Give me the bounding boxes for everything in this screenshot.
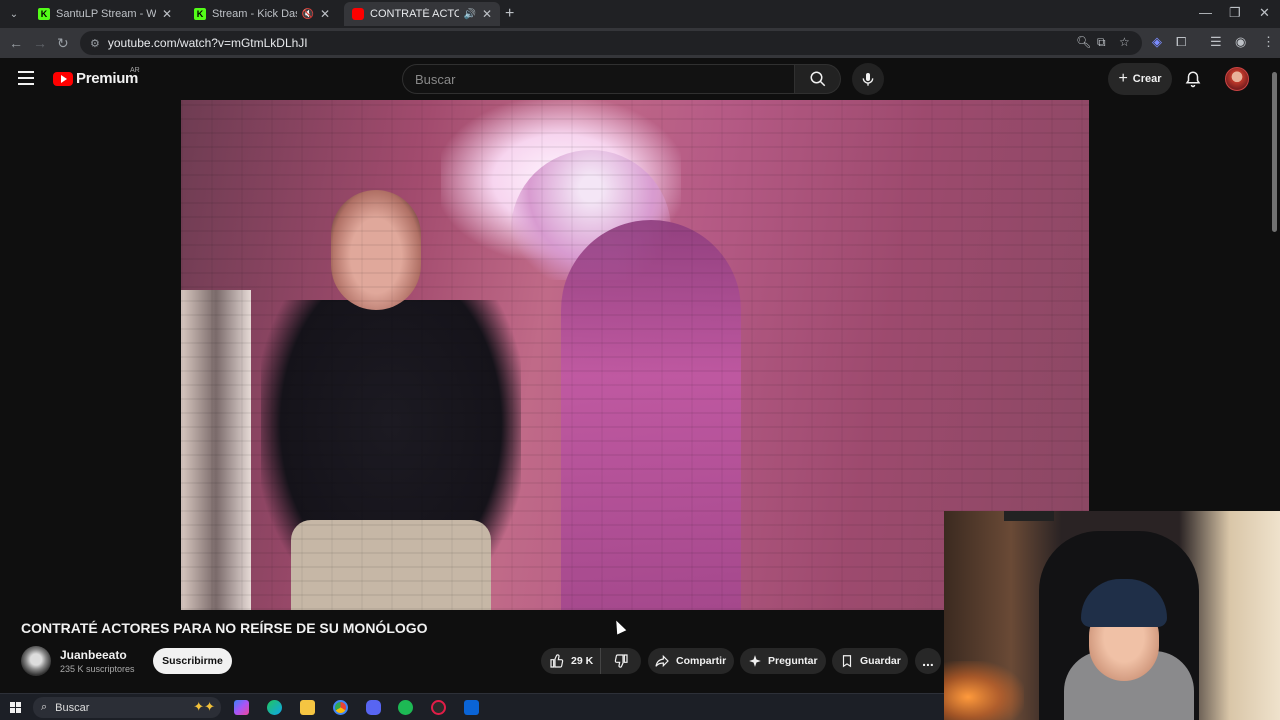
close-tab-icon[interactable]: ✕ [320, 7, 330, 21]
more-actions-button[interactable]: ... [915, 648, 941, 674]
more-icon: ... [922, 653, 934, 669]
tab-santulp-stream[interactable]: K SantuLP Stream - Watch Live on ✕ [30, 2, 180, 26]
thumbs-down-icon [614, 654, 628, 668]
share-icon [655, 654, 669, 668]
tab-title: Stream - Kick Dashboard [212, 8, 297, 20]
save-button[interactable]: Guardar [832, 648, 908, 674]
obs-icon[interactable] [431, 700, 446, 715]
voice-search-button[interactable] [852, 63, 884, 95]
tab-title: CONTRATÉ ACTORES PARA [370, 8, 460, 20]
logo-text: Premium [76, 70, 139, 87]
spotify-icon[interactable] [398, 700, 413, 715]
browser-toolbar: ← → ↻ ⚙ youtube.com/watch?v=mGtmLkDLhJI … [0, 28, 1280, 58]
search-icon [810, 71, 825, 87]
zoom-icon[interactable]: 🔍︎ [1076, 35, 1091, 49]
tab-search-icon[interactable]: ⌄ [6, 6, 22, 22]
save-label: Guardar [860, 655, 901, 667]
copilot-sparkle-icon: ✦✦ [193, 699, 215, 714]
youtube-logo[interactable]: Premium AR [53, 67, 140, 87]
outlook-icon[interactable] [464, 700, 479, 715]
tab-kick-dashboard[interactable]: K Stream - Kick Dashboard 🔇 ✕ [186, 2, 338, 26]
webcam-frame-mic [1004, 511, 1054, 521]
like-count: 29 K [571, 655, 594, 667]
install-app-icon[interactable]: ⧉ [1097, 35, 1106, 50]
close-tab-icon[interactable]: ✕ [482, 7, 492, 21]
youtube-header: Premium AR Buscar + Crear [0, 58, 1280, 100]
notifications-bell-icon[interactable] [1184, 69, 1202, 94]
windows-taskbar: ⌕ Buscar ✦✦ [0, 693, 944, 720]
restore-icon[interactable]: ❐ [1229, 5, 1241, 21]
webcam-frame-led [944, 661, 1024, 720]
like-button[interactable]: 29 K [541, 648, 601, 674]
create-button[interactable]: + Crear [1108, 63, 1172, 95]
country-code: AR [130, 67, 140, 74]
plus-icon: + [1118, 70, 1128, 87]
search-button[interactable] [795, 64, 841, 94]
extension-icon[interactable]: ◈ [1152, 34, 1162, 50]
screen: ⌄ K SantuLP Stream - Watch Live on ✕ K S… [0, 0, 1280, 720]
ask-label: Preguntar [768, 655, 818, 667]
kick-icon: K [38, 8, 50, 20]
taskbar-search[interactable]: ⌕ Buscar ✦✦ [33, 697, 221, 718]
like-dislike-group: 29 K [541, 648, 641, 674]
chrome-icon[interactable] [333, 700, 348, 715]
microphone-icon [862, 73, 874, 86]
share-button[interactable]: Compartir [648, 648, 734, 674]
browser-menu-icon[interactable]: ⋮ [1262, 34, 1275, 50]
forward-icon[interactable]: → [33, 35, 47, 51]
search-icon: ⌕ [41, 701, 48, 713]
create-label: Crear [1132, 73, 1162, 85]
kick-icon: K [194, 8, 206, 20]
subscribe-button[interactable]: Suscribirme [153, 648, 232, 674]
close-tab-icon[interactable]: ✕ [162, 7, 172, 21]
subscriber-count: 235 K suscriptores [60, 664, 135, 674]
youtube-icon [352, 8, 364, 20]
youtube-play-icon [53, 71, 73, 86]
account-avatar[interactable] [1225, 67, 1249, 91]
extensions-puzzle-icon[interactable]: ⧠ [1176, 34, 1186, 50]
tab-title: SantuLP Stream - Watch Live on [56, 8, 156, 20]
muted-icon[interactable]: 🔇 [301, 9, 313, 20]
bookmark-star-icon[interactable]: ☆ [1119, 35, 1130, 49]
minimize-icon[interactable]: — [1199, 5, 1212, 20]
profile-icon[interactable]: ◉ [1235, 34, 1246, 50]
dislike-button[interactable] [601, 653, 641, 669]
windows-start-icon[interactable] [10, 702, 21, 713]
page-scrollbar[interactable] [1272, 72, 1277, 232]
channel-avatar[interactable] [21, 646, 51, 676]
new-tab-icon[interactable]: + [505, 5, 514, 23]
hamburger-menu-icon[interactable] [18, 71, 34, 85]
thumbs-up-icon [550, 654, 564, 668]
edge-icon[interactable] [267, 700, 282, 715]
share-label: Compartir [676, 655, 727, 667]
webcam-overlay [944, 511, 1280, 720]
mouse-cursor-icon [611, 618, 627, 635]
browser-tab-strip: ⌄ K SantuLP Stream - Watch Live on ✕ K S… [0, 0, 1280, 28]
site-info-icon[interactable]: ⚙ [90, 37, 100, 50]
channel-name[interactable]: Juanbeeato [60, 648, 127, 662]
back-icon[interactable]: ← [9, 35, 23, 51]
ask-button[interactable]: Preguntar [740, 648, 826, 674]
search-placeholder: Buscar [415, 71, 456, 87]
reload-icon[interactable]: ↻ [57, 35, 69, 52]
audio-playing-icon[interactable]: 🔊 [463, 9, 475, 20]
search-input[interactable]: Buscar [402, 64, 795, 94]
taskbar-search-placeholder: Buscar [55, 701, 90, 714]
url-text: youtube.com/watch?v=mGtmLkDLhJI [107, 36, 308, 50]
reading-list-icon[interactable]: ☰ [1210, 34, 1222, 50]
close-window-icon[interactable]: ✕ [1259, 5, 1270, 21]
sparkle-icon [749, 655, 761, 667]
discord-icon[interactable] [366, 700, 381, 715]
tab-youtube-video[interactable]: CONTRATÉ ACTORES PARA 🔊 ✕ [344, 2, 500, 26]
video-title: CONTRATÉ ACTORES PARA NO REÍRSE DE SU MO… [21, 620, 428, 636]
copilot-icon[interactable] [234, 700, 249, 715]
address-bar[interactable]: ⚙ youtube.com/watch?v=mGtmLkDLhJI [80, 31, 1142, 55]
file-explorer-icon[interactable] [300, 700, 315, 715]
bookmark-icon [842, 655, 852, 668]
